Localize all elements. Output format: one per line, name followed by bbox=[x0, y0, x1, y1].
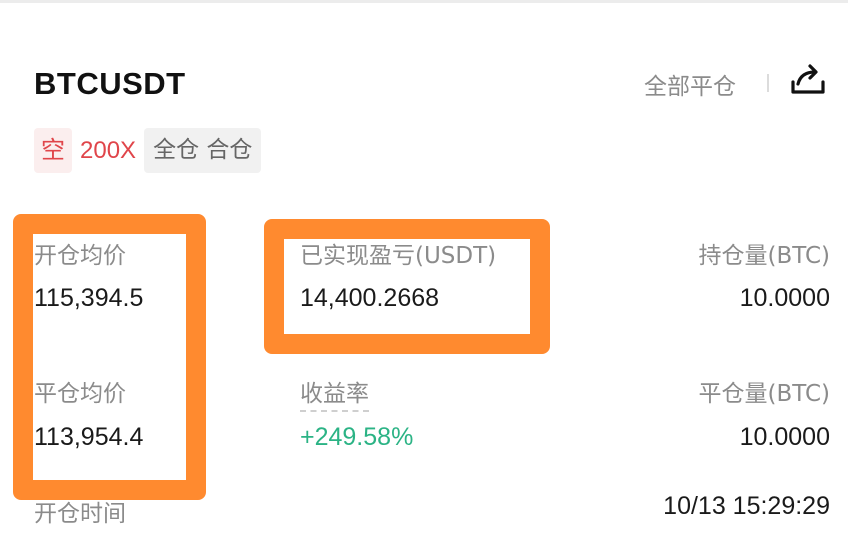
leverage-badge: 200X bbox=[80, 137, 137, 164]
margin-mode-badge: 全仓 合仓 bbox=[144, 128, 262, 173]
highlight-box-prices bbox=[13, 214, 206, 500]
header-divider bbox=[767, 74, 769, 92]
roi-label[interactable]: 收益率 bbox=[300, 374, 369, 412]
symbol-title: BTCUSDT bbox=[34, 66, 186, 101]
position-size-label: 持仓量(BTC) bbox=[698, 243, 831, 269]
roi-value: +249.58% bbox=[300, 423, 414, 451]
side-badge: 空 bbox=[34, 128, 72, 173]
share-icon[interactable] bbox=[790, 62, 826, 96]
highlight-box-realized-pnl bbox=[264, 219, 550, 354]
closed-size-label: 平仓量(BTC) bbox=[698, 381, 831, 407]
open-time-value: 10/13 15:29:29 bbox=[663, 492, 830, 520]
top-divider bbox=[0, 0, 848, 3]
closed-size-value: 10.0000 bbox=[739, 423, 830, 451]
position-size-value: 10.0000 bbox=[739, 284, 830, 312]
position-detail-page: BTCUSDT 全部平仓 空 200X 全仓 合仓 开仓均价 115,394.5… bbox=[0, 0, 848, 559]
position-tags: 空 200X 全仓 合仓 bbox=[34, 128, 262, 173]
close-all-button[interactable]: 全部平仓 bbox=[644, 67, 736, 101]
